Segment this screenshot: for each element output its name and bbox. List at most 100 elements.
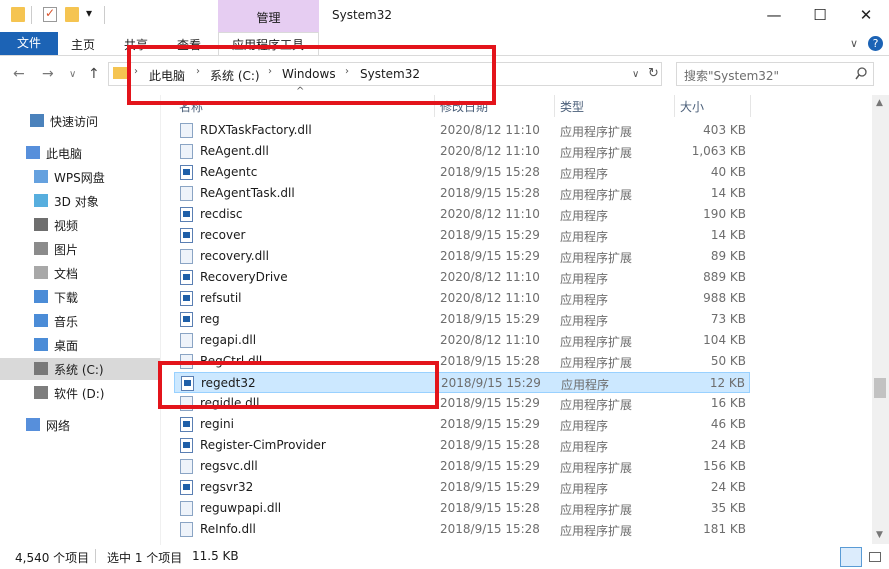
column-divider[interactable] (674, 95, 675, 117)
close-button[interactable]: ✕ (843, 0, 889, 32)
file-row[interactable]: recovery.dll 2018/9/15 15:29 应用程序扩展 89 KB (174, 246, 750, 267)
file-size: 14 KB (710, 228, 746, 242)
file-type: 应用程序扩展 (560, 251, 633, 265)
file-row[interactable]: reg 2018/9/15 15:29 应用程序 73 KB (174, 309, 750, 330)
help-icon[interactable]: ? (868, 36, 883, 51)
column-divider[interactable] (750, 95, 751, 117)
sidebar-item-2[interactable]: WPS网盘 (0, 166, 160, 188)
selection-size: 11.5 KB (192, 549, 239, 563)
tab-home[interactable]: 主页 (71, 36, 95, 53)
details-view-icon[interactable] (840, 547, 862, 567)
file-row[interactable]: regapi.dll 2020/8/12 11:10 应用程序扩展 104 KB (174, 330, 750, 351)
file-type: 应用程序 (560, 167, 609, 181)
file-row[interactable]: Register-CimProvider 2018/9/15 15:28 应用程序 2… (174, 435, 750, 456)
sidebar-item-8[interactable]: 音乐 (0, 310, 160, 332)
sidebar-item-12[interactable]: 网络 (0, 414, 160, 436)
file-type: 应用程序扩展 (560, 146, 633, 160)
forward-button[interactable]: → (42, 66, 54, 82)
collapse-ribbon-icon[interactable]: ∨ (850, 37, 858, 50)
application-icon (180, 207, 193, 222)
file-row[interactable]: regsvc.dll 2018/9/15 15:29 应用程序扩展 156 KB (174, 456, 750, 477)
scroll-up-icon[interactable]: ▲ (876, 98, 883, 108)
file-row[interactable]: ReAgent.dll 2020/8/12 11:10 应用程序扩展 1,063 KB (174, 141, 750, 162)
application-icon (180, 291, 193, 306)
file-name: ReAgentc (200, 165, 258, 179)
column-header-size[interactable]: 大小 (680, 98, 704, 115)
video-icon (34, 218, 48, 231)
search-icon[interactable] (855, 67, 868, 80)
file-date: 2018/9/15 15:28 (440, 522, 540, 536)
file-type: 应用程序 (560, 440, 609, 454)
sidebar-item-1[interactable]: 此电脑 (0, 142, 160, 164)
file-size: 1,063 KB (691, 144, 746, 158)
sidebar-item-9[interactable]: 桌面 (0, 334, 160, 356)
sidebar-item-label: 视频 (54, 219, 79, 233)
document-icon (34, 266, 48, 279)
file-date: 2018/9/15 15:28 (440, 354, 540, 368)
file-row[interactable]: refsutil 2020/8/12 11:10 应用程序 988 KB (174, 288, 750, 309)
file-name: ReAgent.dll (200, 144, 269, 158)
file-row[interactable]: ReInfo.dll 2018/9/15 15:28 应用程序扩展 181 KB (174, 519, 750, 540)
pane-divider[interactable] (160, 95, 161, 545)
refresh-icon[interactable]: ↻ (648, 66, 659, 81)
sidebar-item-label: 快速访问 (50, 115, 99, 129)
large-icons-view-icon[interactable] (866, 549, 884, 565)
properties-icon[interactable] (43, 6, 57, 22)
vertical-scrollbar[interactable] (872, 95, 889, 544)
file-row[interactable]: reguwpapi.dll 2018/9/15 15:28 应用程序扩展 35 KB (174, 498, 750, 519)
search-input[interactable]: 搜索"System32" (684, 67, 779, 84)
file-type: 应用程序扩展 (560, 335, 633, 349)
scroll-down-icon[interactable]: ▼ (876, 530, 883, 540)
file-row[interactable]: RecoveryDrive 2020/8/12 11:10 应用程序 889 KB (174, 267, 750, 288)
sidebar-item-6[interactable]: 文档 (0, 262, 160, 284)
column-divider[interactable] (554, 95, 555, 117)
file-name: refsutil (200, 291, 242, 305)
file-type: 应用程序 (560, 419, 609, 433)
sidebar-item-label: WPS网盘 (54, 171, 105, 185)
minimize-button[interactable]: — (751, 0, 797, 32)
file-date: 2018/9/15 15:28 (440, 438, 540, 452)
network-icon (26, 418, 40, 431)
tab-file[interactable]: 文件 (0, 32, 58, 55)
maximize-button[interactable]: ☐ (797, 0, 843, 32)
file-row[interactable]: regini 2018/9/15 15:29 应用程序 46 KB (174, 414, 750, 435)
file-row[interactable]: regsvr32 2018/9/15 15:29 应用程序 24 KB (174, 477, 750, 498)
computer-icon (26, 146, 40, 159)
recent-locations-button[interactable]: ∨ (69, 69, 76, 80)
file-type: 应用程序扩展 (560, 356, 633, 370)
sidebar-item-10[interactable]: 系统 (C:) (0, 358, 160, 380)
customize-toolbar-icon[interactable]: ▾ (86, 6, 92, 20)
back-button[interactable]: ← (13, 66, 25, 82)
sidebar-item-4[interactable]: 视频 (0, 214, 160, 236)
scrollbar-thumb[interactable] (874, 378, 886, 398)
file-size: 14 KB (710, 186, 746, 200)
sidebar-item-7[interactable]: 下载 (0, 286, 160, 308)
address-dropdown-icon[interactable]: ∨ (632, 69, 639, 80)
sidebar-item-label: 下载 (54, 291, 79, 305)
file-type: 应用程序 (560, 314, 609, 328)
dll-file-icon (180, 144, 193, 159)
file-row[interactable]: ReAgentc 2018/9/15 15:28 应用程序 40 KB (174, 162, 750, 183)
sidebar-item-label: 网络 (46, 419, 71, 433)
file-size: 156 KB (703, 459, 746, 473)
sidebar-item-11[interactable]: 软件 (D:) (0, 382, 160, 404)
sidebar-item-3[interactable]: 3D 对象 (0, 190, 160, 212)
file-date: 2020/8/12 11:10 (440, 207, 540, 221)
file-size: 181 KB (703, 522, 746, 536)
dll-file-icon (180, 522, 193, 537)
sidebar-item-label: 桌面 (54, 339, 79, 353)
up-button[interactable]: ↑ (88, 66, 100, 82)
window-title: System32 (332, 8, 393, 22)
file-type: 应用程序扩展 (560, 125, 633, 139)
file-row[interactable]: RDXTaskFactory.dll 2020/8/12 11:10 应用程序扩展 4… (174, 120, 750, 141)
file-row[interactable]: recdisc 2020/8/12 11:10 应用程序 190 KB (174, 204, 750, 225)
file-row[interactable]: recover 2018/9/15 15:29 应用程序 14 KB (174, 225, 750, 246)
file-type: 应用程序扩展 (560, 461, 633, 475)
sidebar-item-label: 音乐 (54, 315, 79, 329)
file-size: 50 KB (710, 354, 746, 368)
sidebar-item-0[interactable]: 快速访问 (0, 110, 160, 132)
column-header-type[interactable]: 类型 (560, 98, 584, 115)
file-row[interactable]: ReAgentTask.dll 2018/9/15 15:28 应用程序扩展 14 K… (174, 183, 750, 204)
new-folder-icon[interactable] (65, 7, 79, 22)
sidebar-item-5[interactable]: 图片 (0, 238, 160, 260)
